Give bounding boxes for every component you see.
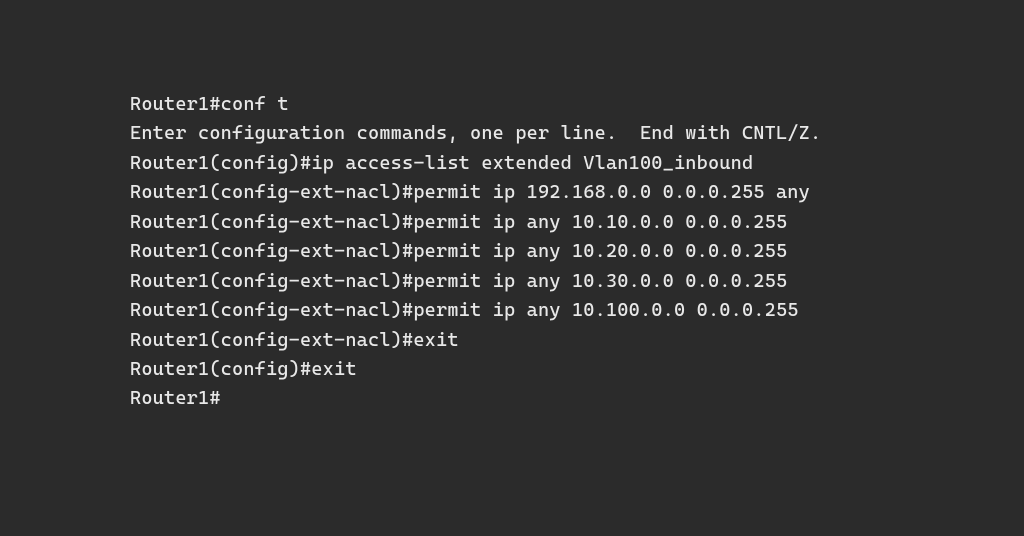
terminal-line: Router1(config)#ip access-list extended … <box>130 149 1024 178</box>
terminal-line: Router1(config)#exit <box>130 355 1024 384</box>
terminal-line: Router1(config-ext-nacl)#permit ip any 1… <box>130 267 1024 296</box>
terminal-output[interactable]: Router1#conf t Enter configuration comma… <box>130 90 1024 414</box>
terminal-line: Router1(config-ext-nacl)#permit ip any 1… <box>130 296 1024 325</box>
terminal-line: Router1(config-ext-nacl)#permit ip 192.1… <box>130 178 1024 207</box>
terminal-line: Router1(config-ext-nacl)#permit ip any 1… <box>130 208 1024 237</box>
terminal-line: Enter configuration commands, one per li… <box>130 119 1024 148</box>
terminal-line: Router1(config-ext-nacl)#exit <box>130 326 1024 355</box>
terminal-line: Router1(config-ext-nacl)#permit ip any 1… <box>130 237 1024 266</box>
terminal-line: Router1# <box>130 384 1024 413</box>
terminal-line: Router1#conf t <box>130 90 1024 119</box>
